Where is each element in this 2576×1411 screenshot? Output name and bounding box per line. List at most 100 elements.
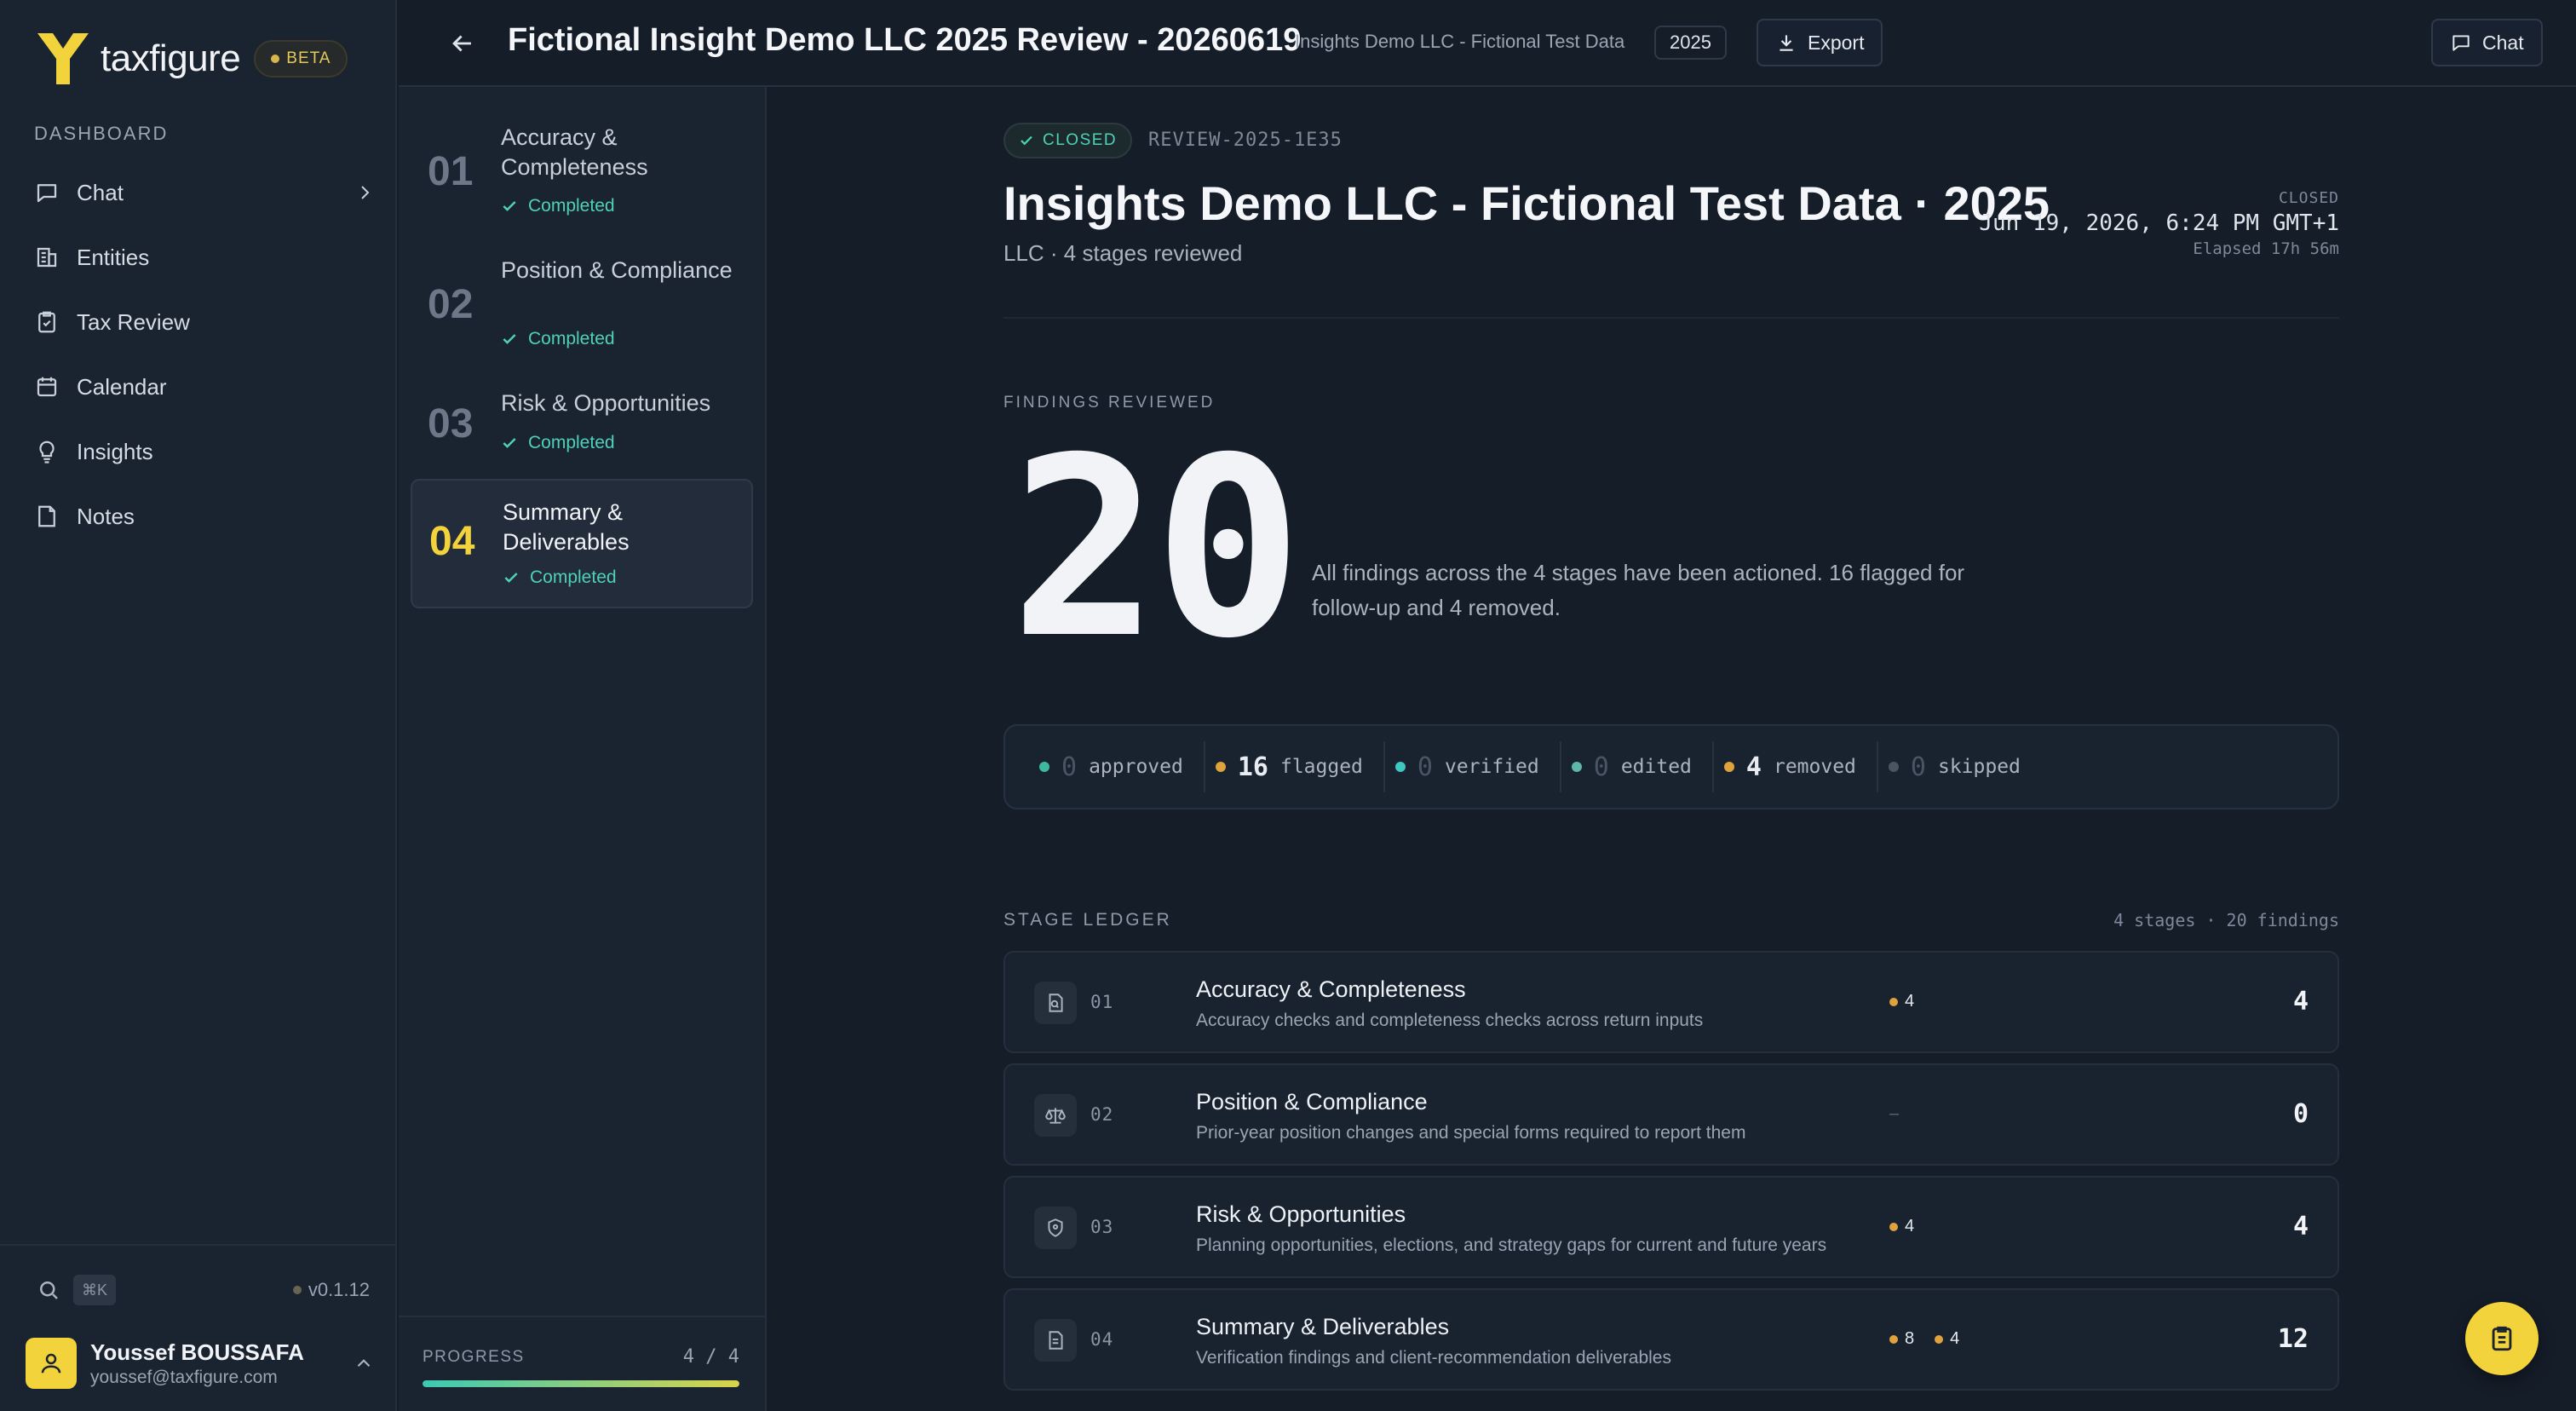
clipboard-icon <box>2492 1326 2512 1351</box>
counter-verified: 0 verified <box>1385 741 1561 792</box>
user-menu[interactable]: Youssef BOUSSAFA youssef@taxfigure.com <box>26 1338 375 1389</box>
sidebar-item-entities[interactable]: Entities <box>34 225 375 290</box>
removed-tag: 4 <box>1935 1329 1959 1349</box>
row-number: 02 <box>1090 1104 1114 1125</box>
counter-edited: 0 edited <box>1561 741 1714 792</box>
topbar: Fictional Insight Demo LLC 2025 Review -… <box>399 0 2576 87</box>
stage-status: Completed <box>501 433 615 453</box>
stage-title: Summary & Deliverables <box>503 499 630 555</box>
check-icon <box>504 573 518 583</box>
progress-bar <box>423 1380 739 1387</box>
stage-title: Risk & Opportunities <box>501 390 711 416</box>
review-id: REVIEW-2025-1E35 <box>1148 130 1343 151</box>
stage-title: Position & Compliance <box>501 257 733 283</box>
stage-item-01[interactable]: 01 Accuracy & Completeness Completed <box>411 123 753 225</box>
avatar <box>26 1338 77 1389</box>
search-shortcut[interactable]: ⌘K <box>73 1275 117 1305</box>
stage-number: 01 <box>428 149 474 194</box>
download-icon <box>1780 35 1793 51</box>
stage-item-02[interactable]: 02 Position & Compliance Completed <box>411 256 753 358</box>
floating-clipboard-button[interactable] <box>2465 1302 2539 1375</box>
counter-flagged: 16 flagged <box>1205 741 1385 792</box>
row-title: Accuracy & Completeness <box>1196 976 1466 1002</box>
document-search-icon <box>1034 982 1077 1024</box>
check-icon <box>1021 135 1032 146</box>
counter-approved: 0 approved <box>1029 741 1205 792</box>
row-tags: 4 <box>1889 1217 1935 1236</box>
user-email: youssef@taxfigure.com <box>90 1367 278 1387</box>
stage-item-04[interactable]: 04 Summary & Deliverables Completed <box>411 479 753 608</box>
row-title: Position & Compliance <box>1196 1089 1428 1114</box>
row-description: Accuracy checks and completeness checks … <box>1196 1011 1704 1030</box>
review-meta: CLOSED Jun 19, 2026, 6:24 PM GMT+1 Elaps… <box>1979 189 2339 258</box>
document-icon <box>1034 1319 1077 1362</box>
row-title: Summary & Deliverables <box>1196 1314 1450 1339</box>
check-icon <box>503 334 516 344</box>
stage-status: Completed <box>501 329 615 349</box>
review-summary: CLOSED REVIEW-2025-1E35 Insights Demo LL… <box>1003 87 2339 1411</box>
year-badge: 2025 <box>1654 26 1727 60</box>
sidebar-item-tax-review[interactable]: Tax Review <box>34 290 375 354</box>
row-number: 04 <box>1090 1329 1114 1350</box>
elapsed-time: Elapsed 17h 56m <box>2193 239 2339 258</box>
search-row: ⌘K v0.1.12 <box>36 1275 370 1305</box>
sidebar-item-label: Insights <box>77 438 153 464</box>
row-tags: 8 4 <box>1889 1329 1980 1349</box>
taxfigure-logo-icon <box>37 33 89 84</box>
sidebar-nav: Chat Entities Tax Review Calendar Insigh… <box>34 160 375 549</box>
closed-date: Jun 19, 2026, 6:24 PM GMT+1 <box>1979 210 2339 236</box>
sidebar-item-calendar[interactable]: Calendar <box>34 354 375 419</box>
chat-button[interactable]: Chat <box>2431 19 2543 66</box>
sidebar-item-insights[interactable]: Insights <box>34 419 375 484</box>
progress-section: PROGRESS 4 / 4 <box>399 1316 765 1411</box>
sidebar-section-label: DASHBOARD <box>34 123 169 144</box>
ledger-row-03[interactable]: 03 Risk & Opportunities Planning opportu… <box>1003 1176 2339 1278</box>
flagged-tag: 4 <box>1889 992 1914 1011</box>
row-total: 0 <box>2292 1099 2309 1129</box>
stage-number: 02 <box>428 282 474 327</box>
chevron-right-icon[interactable] <box>354 182 375 203</box>
brand[interactable]: taxfigure BETA <box>32 29 348 89</box>
stage-number: 04 <box>429 519 475 564</box>
sidebar-item-notes[interactable]: Notes <box>34 484 375 549</box>
status-badge: CLOSED <box>1003 123 1133 158</box>
row-description: Prior-year position changes and special … <box>1196 1123 1746 1143</box>
check-icon <box>503 438 516 448</box>
ledger-row-02[interactable]: 02 Position & Compliance Prior-year posi… <box>1003 1063 2339 1166</box>
chevron-up-icon[interactable] <box>353 1352 375 1374</box>
sidebar-item-label: Tax Review <box>77 308 190 335</box>
stage-status: Completed <box>501 196 615 216</box>
stage-list: 01 Accuracy & Completeness Completed 02 … <box>399 87 767 1411</box>
ledger-row-04[interactable]: 04 Summary & Deliverables Verification f… <box>1003 1288 2339 1391</box>
meta-status-label: CLOSED <box>2278 189 2339 207</box>
progress-label: PROGRESS <box>423 1348 525 1366</box>
row-description: Verification findings and client-recomme… <box>1196 1348 1671 1368</box>
row-total: 4 <box>2292 987 2309 1016</box>
flagged-tag: 4 <box>1889 1217 1914 1236</box>
clipboard-check-icon <box>38 311 55 333</box>
progress-fill <box>423 1380 739 1387</box>
ledger-row-01[interactable]: 01 Accuracy & Completeness Accuracy chec… <box>1003 951 2339 1053</box>
sidebar-item-label: Chat <box>77 179 124 205</box>
search-icon[interactable] <box>36 1277 61 1303</box>
findings-counters: 0 approved 16 flagged 0 verified 0 edite… <box>1003 724 2339 809</box>
export-button[interactable]: Export <box>1757 19 1883 66</box>
building-icon <box>37 247 57 268</box>
lightbulb-icon <box>39 441 55 464</box>
sidebar-item-label: Entities <box>77 244 150 270</box>
row-number: 03 <box>1090 1217 1114 1237</box>
counter-removed: 4 removed <box>1714 741 1878 792</box>
counter-skipped: 0 skipped <box>1878 741 2041 792</box>
stage-item-03[interactable]: 03 Risk & Opportunities Completed <box>411 389 753 465</box>
shield-icon <box>1034 1207 1077 1249</box>
note-icon <box>38 505 55 527</box>
back-arrow-icon[interactable] <box>448 29 477 58</box>
row-number: 01 <box>1090 992 1114 1012</box>
sidebar-item-chat[interactable]: Chat <box>34 160 375 225</box>
sidebar: taxfigure BETA DASHBOARD Chat Entities T… <box>0 0 397 1411</box>
app-version: v0.1.12 <box>292 1279 370 1301</box>
scale-icon <box>1034 1094 1077 1137</box>
page-subtitle: Insights Demo LLC - Fictional Test Data <box>1295 31 1625 52</box>
brand-name: taxfigure <box>101 37 241 79</box>
row-tags: – <box>1889 1104 1899 1124</box>
